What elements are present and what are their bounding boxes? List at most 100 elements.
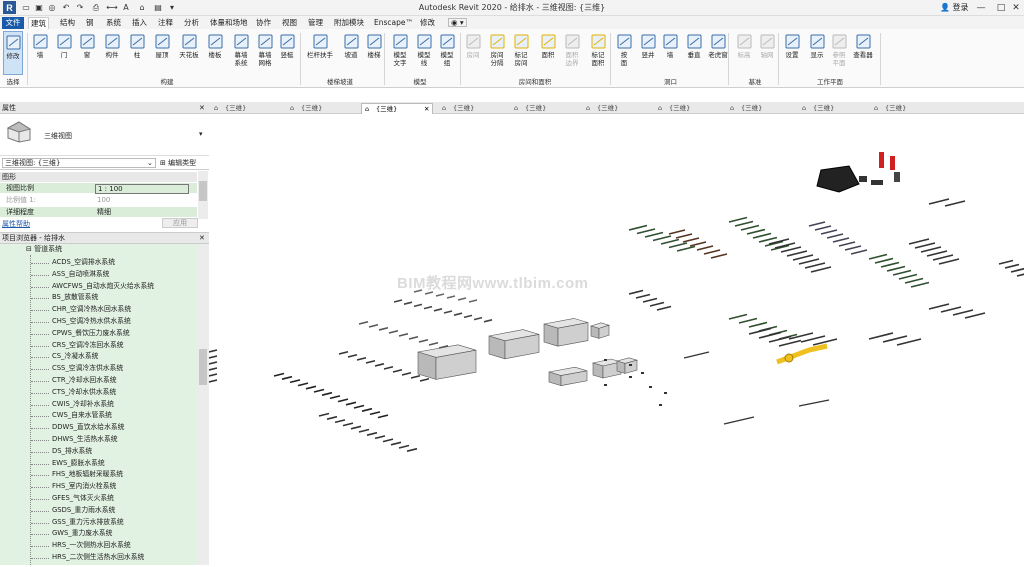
pipe-segment[interactable] [377, 414, 389, 419]
pipe-assembly[interactable] [808, 221, 826, 227]
pipe-assembly[interactable] [910, 281, 930, 288]
pipe-assembly[interactable] [676, 245, 696, 252]
tree-item[interactable]: DHWS_生活热水系统 [52, 434, 118, 445]
tab-addins[interactable]: 附加模块 [332, 17, 366, 29]
pipe-segment[interactable] [297, 382, 309, 387]
pipe-assembly[interactable] [892, 269, 912, 276]
ribbon-button-tag-area[interactable]: 标记 面积 [586, 31, 610, 75]
ribbon-button-curtain-grid[interactable]: 幕墙 网格 [254, 31, 276, 75]
pipe-assembly[interactable] [628, 289, 644, 295]
tab-collaborate[interactable]: 协作 [254, 17, 273, 29]
pipe-assembly[interactable] [896, 338, 922, 346]
pipe-segment[interactable] [374, 435, 386, 440]
properties-help-link[interactable]: 属性帮助 [2, 219, 30, 229]
view-tab[interactable]: ⌂ {三维} [287, 103, 359, 114]
pipe-assembly[interactable] [1004, 263, 1020, 269]
pipe-assembly[interactable] [652, 235, 672, 242]
red-cylinder[interactable] [879, 152, 884, 168]
tab-steel[interactable]: 钢 [84, 17, 96, 29]
tree-item[interactable]: CRS_空调冷冻回水系统 [52, 340, 124, 351]
pipe-segment[interactable] [345, 401, 357, 406]
ribbon-button-shaft[interactable]: 竖井 [638, 31, 658, 75]
pipe-segment[interactable] [446, 295, 456, 299]
view-tab[interactable]: ⌂ {三维} [655, 103, 727, 114]
tab-structure[interactable]: 结构 [58, 17, 77, 29]
pipe-segment[interactable] [388, 329, 399, 334]
pipe-segment[interactable] [318, 412, 330, 417]
pump-unit-side[interactable] [592, 362, 604, 379]
yellow-valve[interactable] [784, 353, 794, 363]
ribbon-button-model-line[interactable]: 模型 线 [413, 31, 435, 75]
edit-type-button[interactable]: ⊞ 编辑类型 [160, 158, 196, 168]
pipe-segment[interactable] [398, 444, 410, 449]
pipe-assembly[interactable] [786, 250, 808, 257]
pipe-assembly[interactable] [886, 265, 906, 272]
tab-insert[interactable]: 插入 [130, 17, 149, 29]
pipe-assembly[interactable] [844, 245, 862, 251]
pipe-segment[interactable] [413, 303, 423, 308]
pipe-assembly[interactable] [952, 309, 974, 316]
pipe-segment[interactable] [418, 338, 429, 343]
pipe-segment[interactable] [273, 372, 285, 377]
ribbon-button-by-face[interactable]: 按 面 [614, 31, 634, 75]
close-icon[interactable]: ✕ [199, 233, 205, 244]
pipe-assembly[interactable] [728, 216, 748, 223]
pipe-assembly[interactable] [868, 332, 894, 340]
pipe-run[interactable] [798, 399, 830, 407]
ribbon-button-roof[interactable]: 屋顶 [151, 31, 173, 75]
ribbon-button-level[interactable]: 标高 [734, 31, 754, 75]
pipe-segment[interactable] [208, 373, 218, 377]
ribbon-button-curtain-system[interactable]: 幕墙 系统 [230, 31, 252, 75]
pipe-assembly[interactable] [649, 301, 665, 307]
pipe-assembly[interactable] [768, 335, 792, 343]
pipe-assembly[interactable] [682, 237, 700, 243]
tree-item[interactable]: CHS_空调冷热水供水系统 [52, 316, 131, 327]
browser-scrollbar[interactable] [198, 244, 209, 565]
tab-annotate[interactable]: 注释 [156, 17, 175, 29]
pipe-segment[interactable] [392, 368, 403, 373]
pipe-run[interactable] [683, 351, 710, 359]
tree-item[interactable]: CWIS_冷却补水系统 [52, 399, 114, 410]
red-cylinder[interactable] [890, 156, 895, 170]
pipe-assembly[interactable] [832, 237, 850, 243]
tree-item[interactable]: DS_排水系统 [52, 446, 92, 457]
view-tab[interactable]: ⌂ {三维} ✕ [361, 103, 433, 114]
view-tab[interactable]: ⌂ {三维} [871, 103, 943, 114]
pipe-segment[interactable] [334, 419, 346, 424]
pipe-segment[interactable] [398, 332, 409, 337]
view-tab[interactable]: ⌂ {三维} [583, 103, 655, 114]
yellow-pipe-assembly[interactable] [776, 343, 828, 365]
signin-button[interactable]: 👤 登录 [940, 2, 969, 13]
panel-label[interactable]: 模型 [385, 76, 455, 86]
ribbon-button-wall[interactable]: 墙 [30, 31, 50, 75]
dark-equipment-cluster[interactable] [816, 165, 860, 193]
ribbon-button-ceiling[interactable]: 天花板 [177, 31, 201, 75]
tree-item[interactable]: HRS_一次侧热水回水系统 [52, 540, 131, 551]
pipe-assembly[interactable] [868, 253, 888, 260]
pipe-segment[interactable] [393, 299, 403, 303]
ribbon-button-cursor[interactable]: 修改 [3, 31, 23, 75]
pipe-assembly[interactable] [944, 200, 966, 207]
pipe-assembly[interactable] [656, 305, 672, 311]
pipe-assembly[interactable] [752, 232, 772, 239]
pipe-segment[interactable] [342, 422, 354, 427]
pipe-segment[interactable] [365, 359, 376, 364]
pipe-assembly[interactable] [814, 225, 832, 231]
tree-item[interactable]: CHR_空调冷热水回水系统 [52, 304, 131, 315]
pipe-segment[interactable] [382, 438, 394, 443]
tab-modify[interactable]: 修改 [418, 17, 437, 29]
collapse-icon[interactable]: ⊟ [26, 245, 32, 253]
minimize-button[interactable]: — [970, 1, 992, 14]
ribbon-button-grid[interactable]: 轴网 [757, 31, 777, 75]
pipe-assembly[interactable] [904, 277, 924, 284]
pipe-assembly[interactable] [668, 242, 688, 249]
ribbon-button-mullion[interactable]: 竖梃 [277, 31, 297, 75]
pipe-assembly[interactable] [964, 312, 986, 319]
panel-label[interactable]: 房间和面积 [460, 76, 610, 86]
ribbon-button-dormer[interactable]: 老虎窗 [706, 31, 730, 75]
pipe-segment[interactable] [483, 319, 493, 323]
tab-analyze[interactable]: 分析 [182, 17, 201, 29]
type-selector[interactable]: 三维视图 ▾ [0, 114, 209, 156]
ribbon-button-column[interactable]: 柱 [127, 31, 147, 75]
pipe-segment[interactable] [443, 310, 453, 314]
